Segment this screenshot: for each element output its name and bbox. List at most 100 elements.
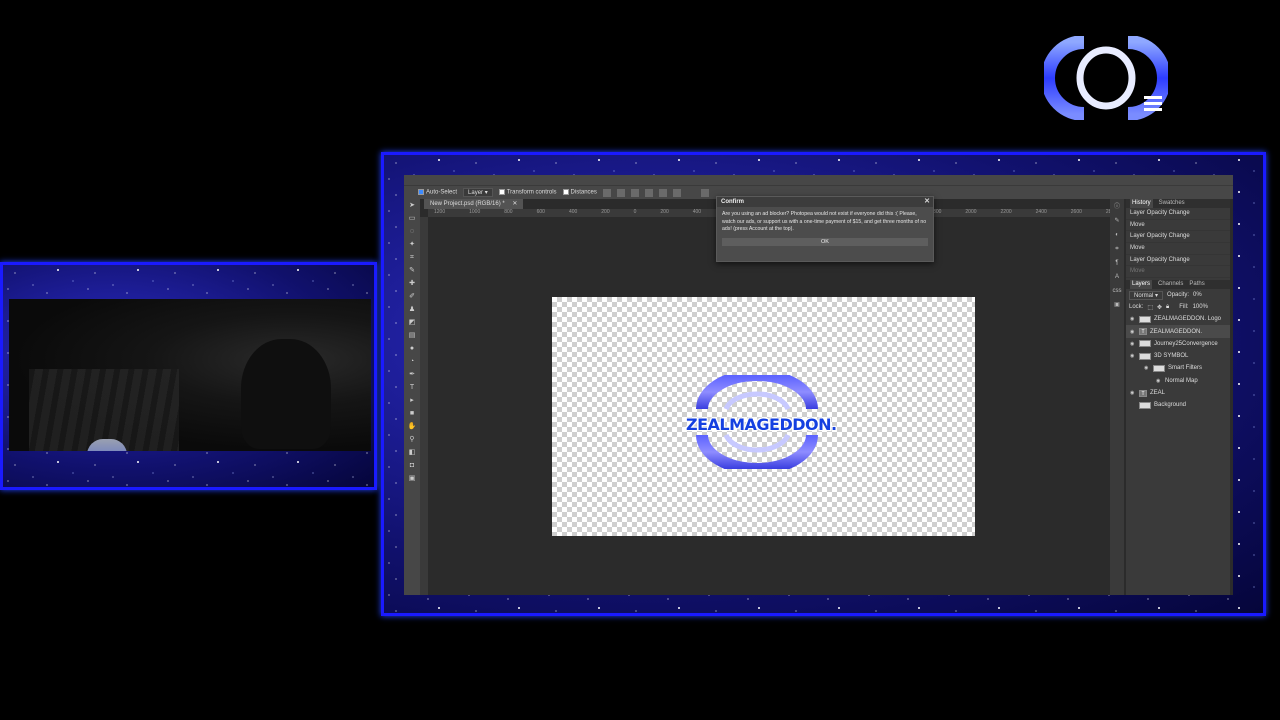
brush-settings-icon[interactable]: ✎: [1113, 217, 1122, 225]
properties-icon[interactable]: ⌗: [1113, 245, 1122, 253]
quick-mask-icon[interactable]: ◘: [407, 461, 417, 470]
lock-position-icon[interactable]: ✥: [1157, 304, 1162, 311]
dialog-title: Confirm: [721, 199, 744, 205]
layer-row[interactable]: ◉ Normal Map: [1126, 375, 1230, 387]
document-tab-label: New Project.psd (RGB/16) *: [430, 201, 505, 207]
tab-swatches[interactable]: Swatches: [1159, 199, 1185, 208]
align-left-icon[interactable]: [602, 188, 611, 197]
css-icon[interactable]: css: [1113, 287, 1122, 295]
auto-select-toggle[interactable]: Auto-Select: [418, 189, 457, 196]
color-swatch-icon[interactable]: ◧: [407, 448, 417, 457]
hand-tool-icon[interactable]: ✋: [407, 422, 417, 431]
layer-name: 3D SYMBOL: [1154, 353, 1189, 360]
tab-layers[interactable]: Layers: [1130, 280, 1153, 290]
grid-icon[interactable]: [700, 188, 709, 197]
layer-thumbnail: [1153, 364, 1165, 372]
blur-tool-icon[interactable]: ●: [407, 344, 417, 353]
fill-label: Fill:: [1179, 304, 1189, 311]
paragraph-icon[interactable]: ¶: [1113, 259, 1122, 267]
history-item[interactable]: Move: [1126, 220, 1230, 232]
screen-mode-icon[interactable]: ▣: [407, 474, 417, 483]
layers-panel-tabs: Layers Channels Paths: [1126, 280, 1230, 290]
eye-icon[interactable]: ◉: [1156, 378, 1162, 384]
ok-button[interactable]: OK: [722, 237, 928, 246]
fill-input[interactable]: 100%: [1193, 304, 1208, 310]
eraser-tool-icon[interactable]: ◩: [407, 318, 417, 327]
history-item[interactable]: Layer Opacity Change: [1126, 231, 1230, 244]
transform-controls-label: Transform controls: [506, 189, 557, 196]
eye-icon[interactable]: ◉: [1130, 329, 1136, 335]
distances-toggle[interactable]: Distances: [562, 189, 597, 196]
lock-pixels-icon[interactable]: ⬚: [1147, 304, 1153, 311]
ruler-tick-label: 800: [504, 209, 513, 215]
layer-row[interactable]: ◉ ZEALMAGEDDON. Logo: [1126, 313, 1230, 325]
crop-tool-icon[interactable]: ⌗: [407, 253, 417, 262]
zoom-tool-icon[interactable]: ⚲: [407, 435, 417, 444]
layer-row[interactable]: Background: [1126, 399, 1230, 411]
move-tool-icon[interactable]: ➤: [407, 201, 417, 210]
tab-history[interactable]: History: [1130, 199, 1153, 208]
brush-tool-icon[interactable]: ✐: [407, 292, 417, 301]
layer-row[interactable]: ◉ Smart Filters: [1126, 362, 1230, 374]
path-select-tool-icon[interactable]: ▸: [407, 396, 417, 405]
checkbox-icon: [498, 189, 505, 196]
checkbox-icon: [418, 189, 424, 196]
layer-name: Normal Map: [1165, 377, 1198, 384]
align-top-icon[interactable]: [644, 188, 653, 197]
close-tab-icon[interactable]: ✕: [512, 201, 517, 207]
magic-wand-tool-icon[interactable]: ✦: [407, 240, 417, 249]
history-item[interactable]: Move: [1126, 243, 1230, 255]
layer-select[interactable]: Layer ▾: [463, 188, 493, 197]
eye-icon[interactable]: ◉: [1130, 316, 1136, 322]
eye-icon[interactable]: ◉: [1130, 390, 1136, 396]
layer-row[interactable]: ◉ T ZEAL: [1126, 387, 1230, 399]
layer-name: Journey25Convergence: [1154, 340, 1218, 347]
pen-tool-icon[interactable]: ✒: [407, 370, 417, 379]
marquee-tool-icon[interactable]: ▭: [407, 214, 417, 223]
history-item[interactable]: Move: [1126, 266, 1230, 279]
align-center-icon[interactable]: [616, 188, 625, 197]
tab-paths[interactable]: Paths: [1189, 280, 1204, 289]
opacity-input[interactable]: 0%: [1193, 292, 1202, 298]
align-bottom-icon[interactable]: [672, 188, 681, 197]
gradient-tool-icon[interactable]: ▤: [407, 331, 417, 340]
lock-all-icon[interactable]: 🔒︎: [1166, 304, 1169, 311]
eye-icon[interactable]: ◉: [1144, 365, 1150, 371]
opacity-label: Opacity:: [1167, 292, 1190, 299]
adjustments-icon[interactable]: ◐: [1113, 231, 1122, 239]
lasso-tool-icon[interactable]: ◌: [407, 227, 417, 236]
eye-icon[interactable]: ◉: [1130, 353, 1136, 359]
layer-name: Background: [1154, 402, 1187, 409]
collapsed-panel-strip: ⓘ ✎ ◐ ⌗ ¶ A css ▣: [1110, 199, 1124, 595]
shape-tool-icon[interactable]: ■: [407, 409, 417, 418]
blend-mode-select[interactable]: Normal ▾: [1129, 290, 1164, 300]
close-icon[interactable]: ✕: [924, 197, 930, 207]
dialog-title-bar: Confirm ✕: [717, 197, 933, 207]
history-item[interactable]: Layer Opacity Change: [1126, 208, 1230, 220]
right-panels: History Swatches Layer Opacity Change Mo…: [1126, 199, 1230, 595]
eyedropper-tool-icon[interactable]: ✎: [407, 266, 417, 275]
eye-icon[interactable]: ◉: [1130, 341, 1136, 347]
transform-controls-toggle[interactable]: Transform controls: [498, 189, 557, 196]
tab-channels[interactable]: Channels: [1158, 280, 1183, 289]
history-item[interactable]: Layer Opacity Change: [1126, 255, 1230, 267]
info-icon[interactable]: ⓘ: [1113, 203, 1122, 211]
healing-tool-icon[interactable]: ✚: [407, 279, 417, 288]
align-middle-icon[interactable]: [658, 188, 667, 197]
document-tab[interactable]: New Project.psd (RGB/16) * ✕: [424, 199, 524, 209]
dodge-tool-icon[interactable]: ◔: [407, 357, 417, 366]
layer-row[interactable]: ◉ T ZEALMAGEDDON.: [1126, 325, 1230, 338]
layer-name: ZEAL: [1150, 390, 1166, 397]
image-icon[interactable]: ▣: [1113, 301, 1122, 309]
clone-stamp-tool-icon[interactable]: ♟: [407, 305, 417, 314]
align-right-icon[interactable]: [630, 188, 639, 197]
character-icon[interactable]: A: [1113, 273, 1122, 281]
layer-row[interactable]: ◉ Journey25Convergence: [1126, 338, 1230, 350]
document-canvas[interactable]: ZEALMAGEDDON.: [552, 297, 975, 536]
type-tool-icon[interactable]: T: [407, 383, 417, 392]
layer-row[interactable]: ◉ 3D SYMBOL: [1126, 350, 1230, 362]
screen-capture-frame: Auto-Select Layer ▾ Transform controls D…: [381, 152, 1266, 616]
lock-controls: Lock: ⬚ ✥ 🔒︎ Fill: 100%: [1126, 301, 1230, 313]
text-layer-icon: T: [1139, 328, 1147, 336]
ruler-tick-label: 1000: [469, 209, 481, 215]
